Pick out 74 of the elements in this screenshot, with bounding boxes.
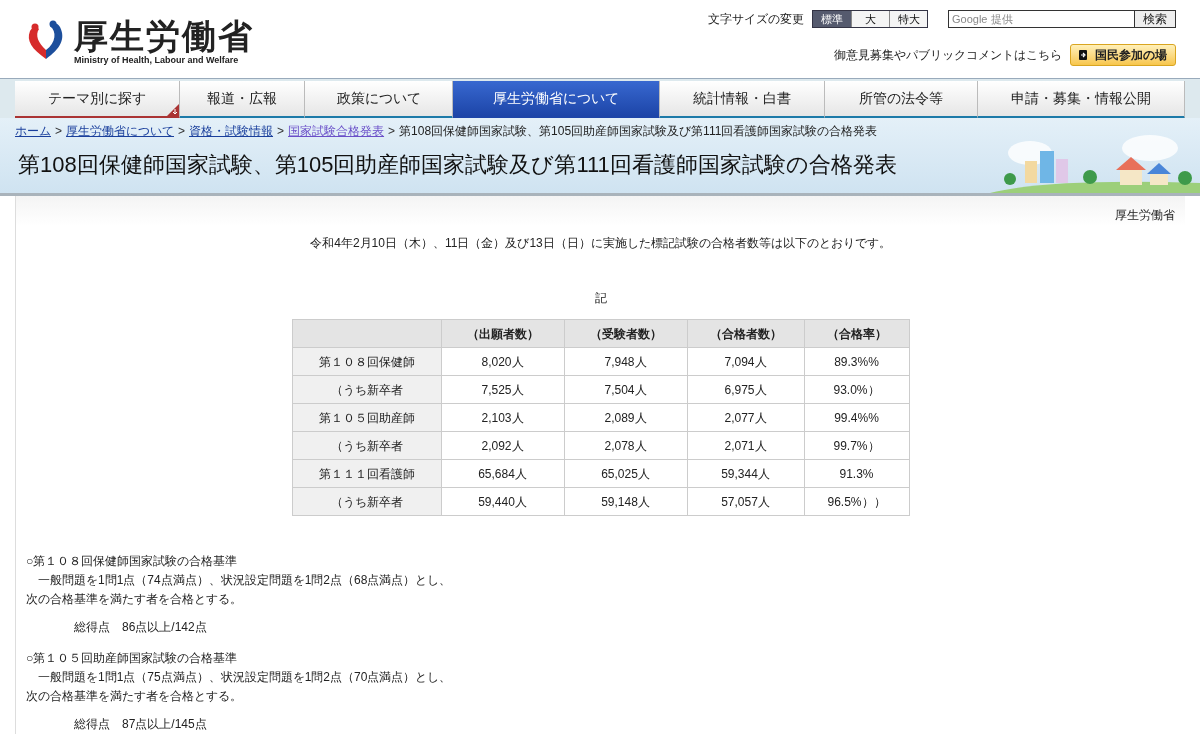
participation-button[interactable]: 国民参加の場 [1070,44,1176,66]
table-cell: 59,440人 [441,487,564,516]
table-cell: 99.7%） [804,431,909,460]
breadcrumb-separator: > [388,123,396,140]
table-cell: 7,525人 [441,375,564,404]
breadcrumb-current: 第108回保健師国家試験、第105回助産師国家試験及び第111回看護師国家試験の合格発表 [399,123,878,140]
breadcrumb-link[interactable]: 厚生労働省について [66,122,174,140]
logo-subtitle: Ministry of Health, Labour and Welfare [74,54,240,66]
table-cell: 2,089人 [564,403,687,432]
table-cell: 7,094人 [687,347,804,376]
criteria-text: 一般問題を1問1点（74点満点）、状況設定問題を1問2点（68点満点）とし、 [37,572,453,589]
arrow-icon [1079,50,1087,60]
table-cell: 2,092人 [441,431,564,460]
font-size-button[interactable]: 大 [851,11,889,27]
table-cell: 59,344人 [687,459,804,488]
column-header: （合格者数） [687,319,804,348]
score-text: 総得点 87点以上/145点 [74,716,208,733]
intro-text: 令和4年2月10日（木）、11日（金）及び13日（日）に実施した標記試験の合格者数等は以下のとおりです。 [309,235,892,252]
font-size-button[interactable]: 標準 [813,11,851,27]
table-cell: 57,057人 [687,487,804,516]
score-text: 総得点 86点以上/142点 [74,619,208,636]
search-button[interactable]: 検索 [1135,10,1176,28]
nav-tab[interactable]: 政策について [305,81,453,119]
table-cell: 91.3% [804,459,909,488]
breadcrumb-separator: > [178,123,186,140]
row-header: （うち新卒者 [292,375,441,404]
breadcrumb-link[interactable]: ホーム [15,122,51,140]
font-size-button[interactable]: 特大 [889,11,927,27]
table-cell: 2,078人 [564,431,687,460]
nav-tab[interactable]: 所管の法令等 [825,81,978,119]
row-header: （うち新卒者 [292,431,441,460]
author-text: 厚生労働省 [1114,207,1175,224]
table-cell: 59,148人 [564,487,687,516]
column-header: （出願者数） [441,319,564,348]
table-cell: 2,103人 [441,403,564,432]
column-header: （受験者数） [564,319,687,348]
logo-title: 厚生労働省 [74,16,254,55]
row-header: 第１０８回保健師 [292,347,441,376]
nav-tab[interactable]: 統計情報・白書 [660,81,825,119]
corner-arrow-icon [167,104,179,116]
participation-text: 御意見募集やパブリックコメントはこちら [834,47,1062,64]
breadcrumb-link[interactable]: 資格・試験情報 [189,122,274,140]
row-header: 第１１１回看護師 [292,459,441,488]
table-cell: 99.4%% [804,403,909,432]
criteria-text: 次の合格基準を満たす者を合格とする。 [26,591,243,608]
criteria-heading: ○第１０５回助産師国家試験の合格基準 [26,650,239,667]
breadcrumb-separator: > [55,123,62,140]
criteria-text: 次の合格基準を満たす者を合格とする。 [26,688,243,705]
table-cell: 89.3%% [804,347,909,376]
table-caption: 記 [593,290,608,307]
font-size-label: 文字サイズの変更 [708,11,804,28]
table-cell: 7,504人 [564,375,687,404]
column-header: （合格率） [804,319,909,348]
row-header: 第１０５回助産師 [292,403,441,432]
table-cell: 7,948人 [564,347,687,376]
page-title: 第108回保健師国家試験、第105回助産師国家試験及び第111回看護師国家試験の合格発表 [18,151,898,179]
table-cell: 2,071人 [687,431,804,460]
table-cell: 65,025人 [564,459,687,488]
row-header: （うち新卒者 [292,487,441,516]
nav-tab[interactable]: テーマ別に探す [15,81,180,119]
table-cell: 6,975人 [687,375,804,404]
breadcrumb-link[interactable]: 国家試験合格発表 [288,122,385,140]
table-cell: 2,077人 [687,403,804,432]
table-cell: 8,020人 [441,347,564,376]
table-cell: 65,684人 [441,459,564,488]
nav-tab[interactable]: 報道・広報 [180,81,305,119]
criteria-text: 一般問題を1問1点（75点満点）、状況設定問題を1問2点（70点満点）とし、 [37,669,453,686]
nav-tab[interactable]: 厚生労働省について [453,81,660,119]
table-cell: 93.0%） [804,375,909,404]
breadcrumb-separator: > [277,123,285,140]
table-cell: 96.5%）） [804,487,909,516]
nav-tab[interactable]: 申請・募集・情報公開 [978,81,1185,119]
search-field[interactable]: Google 提供 [948,10,1135,28]
criteria-heading: ○第１０８回保健師国家試験の合格基準 [26,553,239,570]
